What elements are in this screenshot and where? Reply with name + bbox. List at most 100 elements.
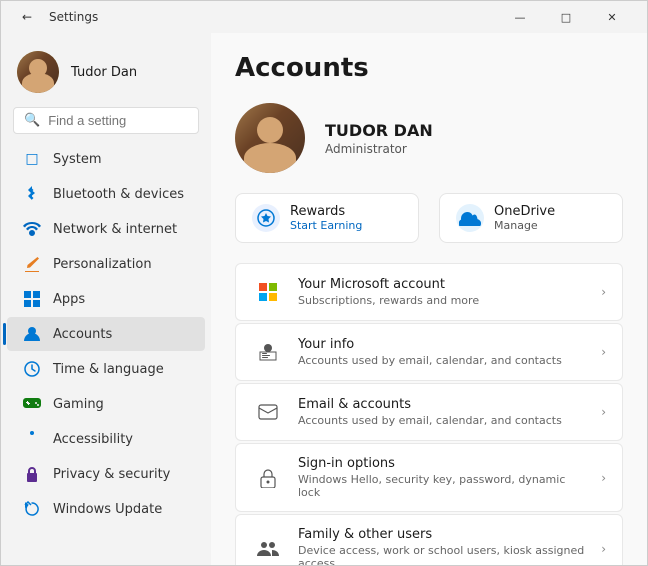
sidebar-item-label: Personalization [53, 257, 152, 272]
minimize-button[interactable]: — [497, 1, 543, 33]
chevron-icon: › [601, 285, 606, 299]
sidebar-item-label: Privacy & security [53, 467, 170, 482]
sidebar-item-label: Network & internet [53, 222, 177, 237]
sidebar-item-label: Windows Update [53, 502, 162, 517]
main-content: Tudor Dan 🔍 □ System Bluetooth & devices [1, 33, 647, 565]
sidebar-profile[interactable]: Tudor Dan [1, 41, 211, 103]
account-header: TUDOR DAN Administrator [235, 103, 623, 173]
sidebar: Tudor Dan 🔍 □ System Bluetooth & devices [1, 33, 211, 565]
email-desc: Accounts used by email, calendar, and co… [298, 414, 587, 427]
accessibility-icon [23, 430, 41, 448]
onedrive-card[interactable]: OneDrive Manage [439, 193, 623, 243]
settings-item-your-info[interactable]: Your info Accounts used by email, calend… [235, 323, 623, 381]
account-name: TUDOR DAN [325, 121, 623, 140]
back-button[interactable]: ← [13, 3, 41, 31]
bluetooth-icon [23, 185, 41, 203]
sidebar-item-privacy[interactable]: Privacy & security [7, 457, 205, 491]
settings-item-family[interactable]: Family & other users Device access, work… [235, 514, 623, 565]
sidebar-item-accounts[interactable]: Accounts [7, 317, 205, 351]
sidebar-item-personalization[interactable]: Personalization [7, 247, 205, 281]
family-desc: Device access, work or school users, kio… [298, 544, 587, 565]
signin-text: Sign-in options Windows Hello, security … [298, 456, 587, 499]
signin-icon [252, 462, 284, 494]
microsoft-account-title: Your Microsoft account [298, 277, 587, 292]
your-info-desc: Accounts used by email, calendar, and co… [298, 354, 587, 367]
chevron-icon: › [601, 542, 606, 556]
update-icon [23, 500, 41, 518]
maximize-button[interactable]: □ [543, 1, 589, 33]
search-icon: 🔍 [24, 113, 40, 128]
settings-item-email[interactable]: Email & accounts Accounts used by email,… [235, 383, 623, 441]
sidebar-item-label: Bluetooth & devices [53, 187, 184, 202]
signin-desc: Windows Hello, security key, password, d… [298, 473, 587, 499]
sidebar-item-system[interactable]: □ System [7, 142, 205, 176]
microsoft-account-text: Your Microsoft account Subscriptions, re… [298, 277, 587, 307]
privacy-icon [23, 465, 41, 483]
rewards-text: Rewards Start Earning [290, 204, 362, 232]
rewards-card[interactable]: Rewards Start Earning [235, 193, 419, 243]
search-input[interactable] [48, 113, 188, 128]
search-box[interactable]: 🔍 [13, 107, 199, 134]
settings-list: Your Microsoft account Subscriptions, re… [235, 263, 623, 565]
settings-item-microsoft-account[interactable]: Your Microsoft account Subscriptions, re… [235, 263, 623, 321]
onedrive-icon [456, 204, 484, 232]
personalization-icon [23, 255, 41, 273]
chevron-icon: › [601, 345, 606, 359]
sidebar-item-label: Apps [53, 292, 85, 307]
rewards-icon [252, 204, 280, 232]
sidebar-item-label: Time & language [53, 362, 164, 377]
settings-item-signin[interactable]: Sign-in options Windows Hello, security … [235, 443, 623, 512]
window-controls: — □ ✕ [497, 1, 635, 33]
account-avatar [235, 103, 305, 173]
window-title: Settings [49, 10, 98, 24]
family-text: Family & other users Device access, work… [298, 527, 587, 565]
sidebar-item-label: Accounts [53, 327, 112, 342]
your-info-text: Your info Accounts used by email, calend… [298, 337, 587, 367]
rewards-title: Rewards [290, 204, 362, 219]
your-info-icon [252, 336, 284, 368]
system-icon: □ [23, 150, 41, 168]
profile-name: Tudor Dan [71, 65, 137, 80]
email-title: Email & accounts [298, 397, 587, 412]
titlebar-left: ← Settings [13, 3, 98, 31]
rewards-subtitle: Start Earning [290, 219, 362, 232]
network-icon [23, 220, 41, 238]
email-text: Email & accounts Accounts used by email,… [298, 397, 587, 427]
sidebar-item-label: Gaming [53, 397, 104, 412]
sidebar-item-update[interactable]: Windows Update [7, 492, 205, 526]
chevron-icon: › [601, 405, 606, 419]
sidebar-item-network[interactable]: Network & internet [7, 212, 205, 246]
page-title: Accounts [235, 53, 623, 83]
sidebar-item-bluetooth[interactable]: Bluetooth & devices [7, 177, 205, 211]
time-icon [23, 360, 41, 378]
email-icon [252, 396, 284, 428]
close-button[interactable]: ✕ [589, 1, 635, 33]
microsoft-account-icon [252, 276, 284, 308]
sidebar-item-apps[interactable]: Apps [7, 282, 205, 316]
avatar-image [17, 51, 59, 93]
family-title: Family & other users [298, 527, 587, 542]
avatar [17, 51, 59, 93]
onedrive-title: OneDrive [494, 204, 555, 219]
microsoft-account-desc: Subscriptions, rewards and more [298, 294, 587, 307]
sidebar-item-time[interactable]: Time & language [7, 352, 205, 386]
account-role: Administrator [325, 142, 623, 156]
apps-icon [23, 290, 41, 308]
sidebar-item-label: System [53, 152, 101, 167]
sidebar-item-accessibility[interactable]: Accessibility [7, 422, 205, 456]
main-panel: Accounts TUDOR DAN Administrator [211, 33, 647, 565]
chevron-icon: › [601, 471, 606, 485]
gaming-icon [23, 395, 41, 413]
family-icon [252, 533, 284, 565]
account-actions: Rewards Start Earning OneDrive Manage [235, 193, 623, 243]
onedrive-subtitle: Manage [494, 219, 555, 232]
your-info-title: Your info [298, 337, 587, 352]
onedrive-text: OneDrive Manage [494, 204, 555, 232]
sidebar-item-gaming[interactable]: Gaming [7, 387, 205, 421]
settings-window: ← Settings — □ ✕ Tudor Dan 🔍 □ System [0, 0, 648, 566]
accounts-icon [23, 325, 41, 343]
account-info: TUDOR DAN Administrator [325, 121, 623, 156]
titlebar: ← Settings — □ ✕ [1, 1, 647, 33]
sidebar-item-label: Accessibility [53, 432, 133, 447]
signin-title: Sign-in options [298, 456, 587, 471]
